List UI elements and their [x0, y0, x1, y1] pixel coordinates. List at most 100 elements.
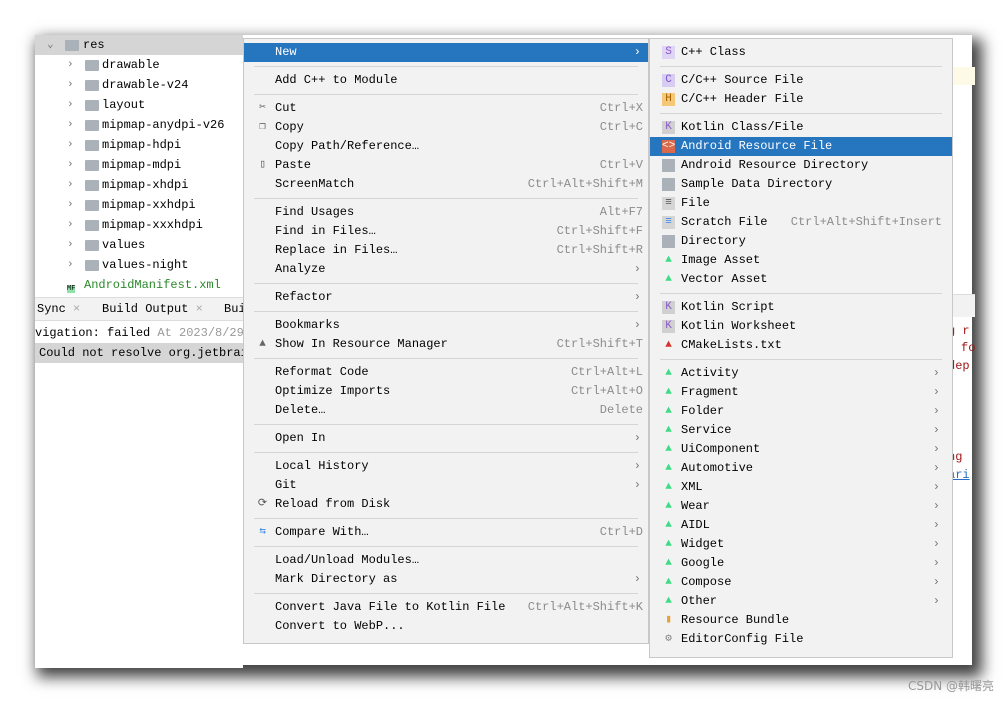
chevron-right-icon[interactable]: › — [67, 215, 74, 235]
menu-item-show-in-resource-manager[interactable]: ▲ Show In Resource Manager Ctrl+Shift+T — [244, 335, 648, 354]
menu-item-resource-bundle[interactable]: ▮ Resource Bundle — [650, 611, 952, 630]
menu-item-uicomponent[interactable]: ▲ UiComponent › — [650, 440, 952, 459]
resource-bundle-icon: ▮ — [665, 614, 672, 626]
menu-item-google[interactable]: ▲ Google › — [650, 554, 952, 573]
menu-item-fragment[interactable]: ▲ Fragment › — [650, 383, 952, 402]
chevron-right-icon[interactable]: › — [67, 95, 74, 115]
menu-item-copy-path-reference[interactable]: Copy Path/Reference… — [244, 137, 648, 156]
menu-item-aidl[interactable]: ▲ AIDL › — [650, 516, 952, 535]
menu-item-delete[interactable]: Delete… Delete — [244, 401, 648, 420]
chevron-right-icon[interactable]: › — [67, 55, 74, 75]
menu-item-copy[interactable]: ❐ Copy Ctrl+C — [244, 118, 648, 137]
android-icon: ▲ — [665, 462, 672, 474]
menu-item-sample-data-directory[interactable]: Sample Data Directory — [650, 175, 952, 194]
folder-icon — [85, 80, 99, 91]
menu-item-scratch-file[interactable]: ≡ Scratch File Ctrl+Alt+Shift+Insert — [650, 213, 952, 232]
tree-item[interactable]: › layout — [35, 95, 243, 115]
menu-item-kotlin-script[interactable]: K Kotlin Script — [650, 298, 952, 317]
menu-item-paste[interactable]: ▯ Paste Ctrl+V — [244, 156, 648, 175]
tree-root[interactable]: ⌄ res — [35, 35, 243, 55]
tree-item[interactable]: › mipmap-anydpi-v26 — [35, 115, 243, 135]
menu-item-convert-to-webp[interactable]: Convert to WebP... — [244, 617, 648, 636]
android-icon: ▲ — [665, 443, 672, 455]
menu-item-local-history[interactable]: Local History › — [244, 457, 648, 476]
chevron-right-icon: › — [633, 459, 641, 473]
menu-item-android-resource-file[interactable]: <> Android Resource File — [650, 137, 952, 156]
copy-icon: ❐ — [259, 121, 266, 133]
menu-item-c-c-source-file[interactable]: C C/C++ Source File — [650, 71, 952, 90]
menu-item-git[interactable]: Git › — [244, 476, 648, 495]
menu-item-directory[interactable]: Directory — [650, 232, 952, 251]
menu-item-xml[interactable]: ▲ XML › — [650, 478, 952, 497]
chevron-right-icon: › — [633, 318, 641, 332]
chevron-right-icon[interactable]: › — [67, 135, 74, 155]
chevron-right-icon[interactable]: › — [67, 235, 74, 255]
tab-sync[interactable]: Sync × — [37, 298, 80, 320]
menu-item-find-usages[interactable]: Find Usages Alt+F7 — [244, 203, 648, 222]
close-icon[interactable]: × — [73, 302, 80, 316]
menu-item-label: Google — [681, 556, 725, 570]
menu-item-image-asset[interactable]: ▲ Image Asset — [650, 251, 952, 270]
menu-item-c-class[interactable]: S C++ Class — [650, 43, 952, 62]
tree-item[interactable]: › mipmap-xxxhdpi — [35, 215, 243, 235]
menu-item-label: UiComponent — [681, 442, 761, 456]
menu-item-find-in-files[interactable]: Find in Files… Ctrl+Shift+F — [244, 222, 648, 241]
menu-item-cut[interactable]: ✂ Cut Ctrl+X — [244, 99, 648, 118]
menu-item-reformat-code[interactable]: Reformat Code Ctrl+Alt+L — [244, 363, 648, 382]
menu-item-label: XML — [681, 480, 703, 494]
chevron-right-icon[interactable]: › — [67, 255, 74, 275]
menu-item-replace-in-files[interactable]: Replace in Files… Ctrl+Shift+R — [244, 241, 648, 260]
menu-item-optimize-imports[interactable]: Optimize Imports Ctrl+Alt+O — [244, 382, 648, 401]
menu-item-compose[interactable]: ▲ Compose › — [650, 573, 952, 592]
menu-item-editorconfig-file[interactable]: ⚙ EditorConfig File — [650, 630, 952, 649]
menu-item-analyze[interactable]: Analyze › — [244, 260, 648, 279]
menu-item-activity[interactable]: ▲ Activity › — [650, 364, 952, 383]
tree-item[interactable]: › drawable — [35, 55, 243, 75]
chevron-down-icon[interactable]: ⌄ — [47, 35, 54, 55]
chevron-right-icon[interactable]: › — [67, 175, 74, 195]
menu-item-kotlin-class-file[interactable]: K Kotlin Class/File — [650, 118, 952, 137]
menu-item-refactor[interactable]: Refactor › — [244, 288, 648, 307]
chevron-right-icon[interactable]: › — [67, 75, 74, 95]
menu-item-compare-with[interactable]: ⇆ Compare With… Ctrl+D — [244, 523, 648, 542]
menu-item-automotive[interactable]: ▲ Automotive › — [650, 459, 952, 478]
error-message[interactable]: Could not resolve org.jetbrai — [35, 343, 247, 363]
menu-item-add-c-to-module[interactable]: Add C++ to Module — [244, 71, 648, 90]
tree-item[interactable]: › mipmap-xxhdpi — [35, 195, 243, 215]
menu-item-android-resource-directory[interactable]: Android Resource Directory — [650, 156, 952, 175]
tree-item[interactable]: › mipmap-xhdpi — [35, 175, 243, 195]
menu-item-widget[interactable]: ▲ Widget › — [650, 535, 952, 554]
menu-item-other[interactable]: ▲ Other › — [650, 592, 952, 611]
tree-item[interactable]: › mipmap-mdpi — [35, 155, 243, 175]
chevron-right-icon[interactable]: › — [67, 115, 74, 135]
android-icon: ▲ — [665, 500, 672, 512]
menu-item-open-in[interactable]: Open In › — [244, 429, 648, 448]
menu-item-reload-from-disk[interactable]: ⟳ Reload from Disk — [244, 495, 648, 514]
tree-item[interactable]: › values — [35, 235, 243, 255]
chevron-right-icon[interactable]: › — [67, 195, 74, 215]
menu-item-kotlin-worksheet[interactable]: K Kotlin Worksheet — [650, 317, 952, 336]
chevron-right-icon[interactable]: › — [67, 155, 74, 175]
menu-item-mark-directory-as[interactable]: Mark Directory as › — [244, 570, 648, 589]
tree-item[interactable]: › drawable-v24 — [35, 75, 243, 95]
menu-item-screenmatch[interactable]: ScreenMatch Ctrl+Alt+Shift+M — [244, 175, 648, 194]
chevron-right-icon: › — [932, 385, 940, 399]
menu-item-service[interactable]: ▲ Service › — [650, 421, 952, 440]
tree-item[interactable]: › values-night — [35, 255, 243, 275]
menu-item-load-unload-modules[interactable]: Load/Unload Modules… — [244, 551, 648, 570]
menu-item-c-c-header-file[interactable]: H C/C++ Header File — [650, 90, 952, 109]
build-status[interactable]: vigation: failed At 2023/8/29 — [35, 323, 244, 343]
cpp-header-icon: H — [662, 93, 675, 106]
tree-item[interactable]: › mipmap-hdpi — [35, 135, 243, 155]
menu-item-bookmarks[interactable]: Bookmarks › — [244, 316, 648, 335]
menu-item-cmakelists-txt[interactable]: ▲ CMakeLists.txt — [650, 336, 952, 355]
new-submenu: S C++ Class C C/C++ Source File H C/C++ Heade… — [649, 38, 953, 658]
menu-item-new[interactable]: New › — [244, 43, 648, 62]
close-icon[interactable]: × — [196, 302, 203, 316]
menu-item-vector-asset[interactable]: ▲ Vector Asset — [650, 270, 952, 289]
menu-item-folder[interactable]: ▲ Folder › — [650, 402, 952, 421]
tab-build-output[interactable]: Build Output × — [102, 298, 203, 320]
menu-item-convert-java-file-to-kotlin-file[interactable]: Convert Java File to Kotlin File Ctrl+Alt… — [244, 598, 648, 617]
menu-item-file[interactable]: ≡ File — [650, 194, 952, 213]
menu-item-wear[interactable]: ▲ Wear › — [650, 497, 952, 516]
